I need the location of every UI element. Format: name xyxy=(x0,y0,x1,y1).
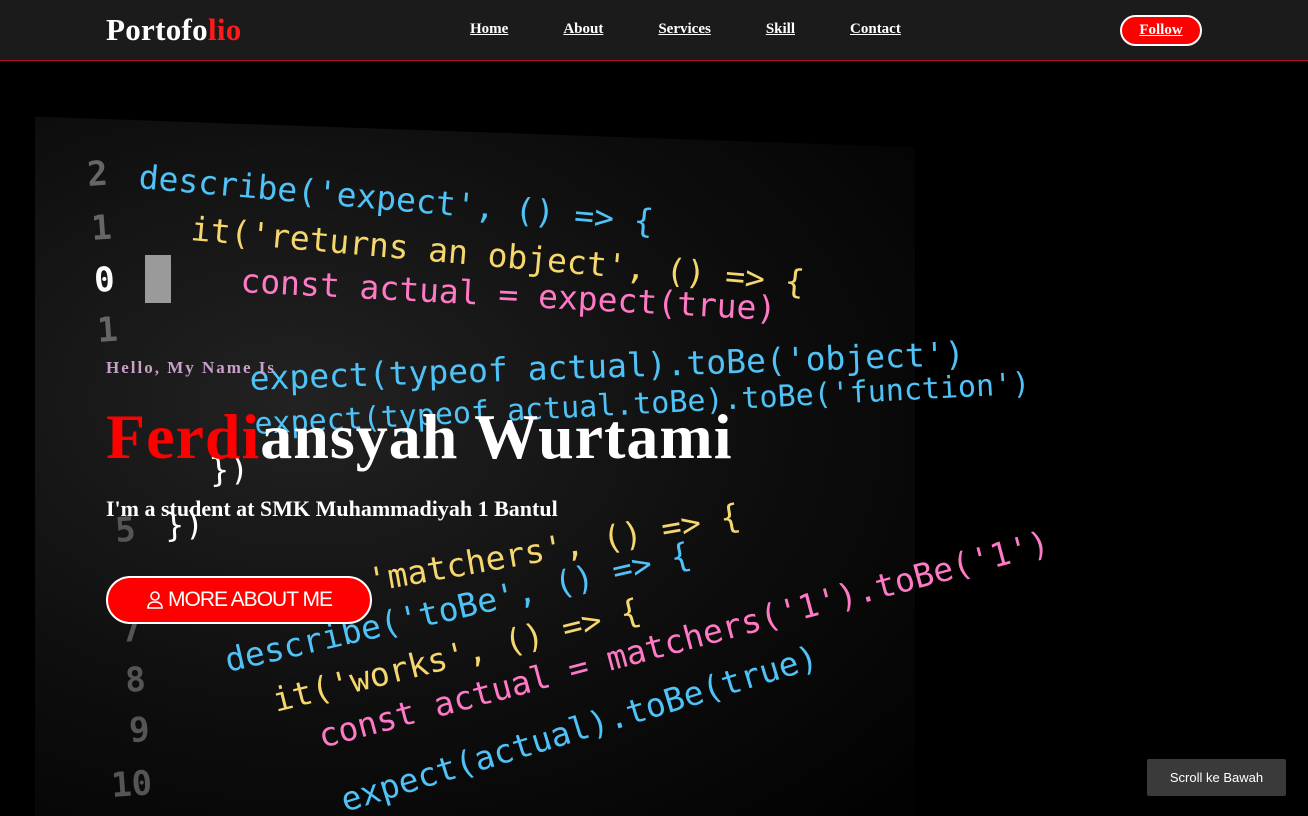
hero-tagline: I'm a student at SMK Muhammadiyah 1 Bant… xyxy=(106,496,558,521)
site-logo[interactable]: Portofolio xyxy=(106,12,242,48)
hero-name: Ferdiansyah Wurtami xyxy=(106,400,732,474)
hero-name-rest: ansyah Wurtami xyxy=(260,401,733,472)
more-about-me-label: MORE ABOUT ME xyxy=(168,588,333,611)
hero-greeting: Hello, My Name Is xyxy=(106,358,276,377)
user-icon xyxy=(147,591,163,609)
code-line-number: 8 xyxy=(124,660,147,701)
top-navbar: Portofolio Home About Services Skill Con… xyxy=(0,0,1308,61)
code-cursor xyxy=(145,255,171,303)
logo-accent: lio xyxy=(207,12,242,47)
code-line-number: 0 xyxy=(93,260,116,301)
nav-link-home[interactable]: Home xyxy=(470,21,508,38)
nav-link-contact[interactable]: Contact xyxy=(850,21,901,38)
hero-section: 2 1 0 1 5 7 8 9 10 describe('expect', ()… xyxy=(0,62,1308,816)
nav-links: Home About Services Skill Contact xyxy=(470,21,956,38)
code-line-number: 1 xyxy=(90,208,113,249)
scroll-down-button[interactable]: Scroll ke Bawah xyxy=(1147,759,1286,796)
nav-link-about[interactable]: About xyxy=(563,21,603,38)
nav-link-services[interactable]: Services xyxy=(658,21,710,38)
code-line-number: 2 xyxy=(86,154,109,195)
code-line-number: 1 xyxy=(96,310,119,351)
nav-link-skill[interactable]: Skill xyxy=(766,21,795,38)
follow-button[interactable]: Follow xyxy=(1120,15,1202,46)
code-line-number: 9 xyxy=(128,710,151,751)
logo-main: Portofo xyxy=(106,12,208,47)
hero-name-accent: Ferdi xyxy=(106,401,261,472)
more-about-me-button[interactable]: MORE ABOUT ME xyxy=(106,576,372,624)
code-line-number: 10 xyxy=(110,763,154,806)
